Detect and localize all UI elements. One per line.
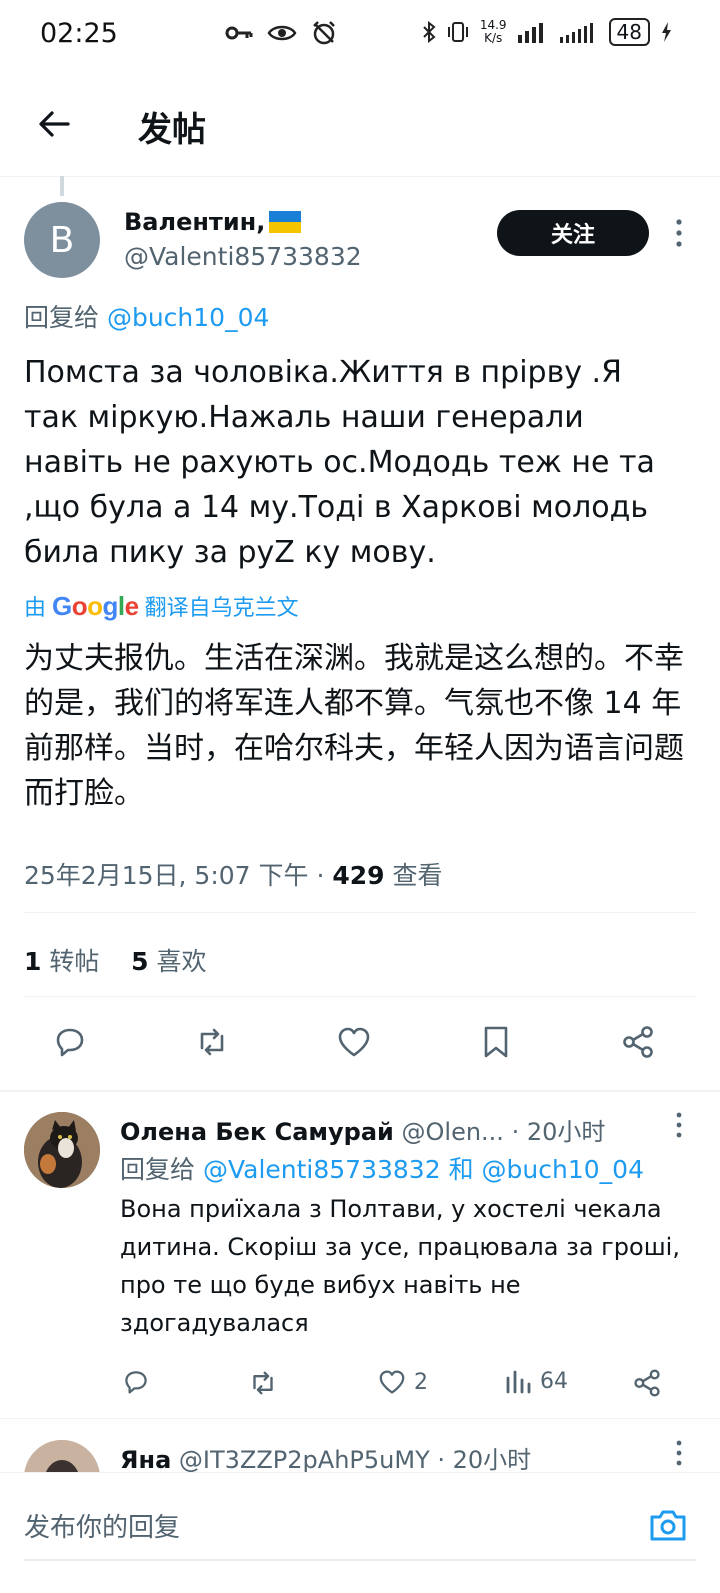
cat-photo-image (24, 1112, 100, 1188)
status-icons-right: 14.9 K/s 48 (422, 18, 672, 46)
reply-to-handle-link[interactable]: @buch10_04 (482, 1155, 644, 1184)
reply-input-placeholder[interactable]: 发布你的回复 (24, 1507, 180, 1544)
repost-icon[interactable] (192, 1022, 232, 1062)
reply-to-prefix: 回复给 (24, 303, 100, 332)
reposts-count: 1 (24, 947, 42, 976)
page-title: 发帖 (138, 110, 206, 150)
status-time: 02:25 (40, 18, 118, 49)
reply-author-handle[interactable]: @Olen... (402, 1118, 504, 1146)
more-vert-icon[interactable] (674, 1112, 684, 1138)
likes-count: 5 (131, 947, 149, 976)
post-action-bar (0, 1012, 720, 1078)
author-name[interactable]: Валентин, (124, 208, 302, 236)
reply-likes-count: 2 (414, 1369, 428, 1395)
reply-text: Вона приїхала з Полтави, у хостелі чекал… (120, 1195, 680, 1337)
author-avatar[interactable]: B (24, 202, 100, 278)
reply-icon (125, 1371, 147, 1394)
divider (24, 912, 696, 913)
bookmark-icon[interactable] (476, 1022, 516, 1062)
reply-to-line: 回复给 @buch10_04 (24, 298, 269, 334)
ukraine-flag-icon (269, 211, 302, 233)
views-icon (506, 1370, 531, 1394)
eye-icon (267, 25, 297, 41)
battery-indicator: 48 (608, 18, 650, 46)
more-vert-icon[interactable] (674, 218, 684, 248)
post-datetime[interactable]: 25年2月15日, 5:07 下午 · (24, 861, 332, 890)
alarm-off-icon (313, 21, 335, 45)
net-speed-unit: K/s (484, 31, 503, 45)
reply-views-count: 64 (540, 1368, 568, 1394)
views-count: 429 (332, 861, 385, 890)
reply-action-bar: 2 64 (0, 1360, 720, 1406)
reply-icon[interactable] (50, 1022, 90, 1062)
reply-to-and: 和 (448, 1155, 474, 1184)
divider (0, 1418, 720, 1419)
reply-share-button[interactable] (630, 1366, 664, 1400)
author-handle[interactable]: @Valenti85733832 (124, 242, 362, 271)
like-icon[interactable] (334, 1022, 374, 1062)
thread-connector-line (60, 176, 64, 196)
views-label: 查看 (384, 861, 443, 890)
post-meta: 25年2月15日, 5:07 下午 · 429 查看 (24, 856, 443, 892)
reply-time: · 20小时 (429, 1446, 532, 1474)
reply-composer[interactable]: 发布你的回复 (0, 1472, 720, 1593)
reply-author-name[interactable]: Олена Бек Самурай (120, 1118, 394, 1146)
key-icon (225, 26, 253, 40)
likes-label: 喜欢 (156, 947, 207, 976)
bluetooth-icon (423, 21, 436, 43)
translate-by: 由 (24, 596, 47, 621)
author-name-text: Валентин, (124, 208, 266, 236)
reply-time: · 20小时 (503, 1118, 606, 1146)
divider (24, 996, 696, 997)
back-arrow-icon[interactable] (36, 106, 72, 142)
translation-attribution[interactable]: 由 Google 翻译自乌克兰文 (24, 590, 299, 622)
post-text: Помста за чоловіка.Життя в прірву .Я так… (24, 355, 655, 570)
reposts-stat[interactable]: 1 转帖 (24, 947, 99, 976)
reply-like-button[interactable]: 2 (376, 1366, 428, 1398)
reply-author-handle[interactable]: @IT3ZZP2pAhP5uMY (179, 1446, 430, 1474)
status-icons-left (225, 20, 337, 46)
reply-reply-button[interactable] (120, 1366, 152, 1398)
more-vert-icon[interactable] (674, 1440, 684, 1466)
share-icon (634, 1369, 660, 1397)
reply-to-line: 回复给 @Valenti85733832 和 @buch10_04 (120, 1150, 644, 1186)
reply-to-handle-link[interactable]: @Valenti85733832 (203, 1155, 441, 1184)
likes-stat[interactable]: 5 喜欢 (131, 947, 206, 976)
google-logo: Google (52, 590, 139, 621)
signal-icon-1 (517, 23, 543, 43)
reply-views-button[interactable]: 64 (504, 1366, 568, 1396)
charging-icon (662, 22, 671, 42)
composer-underline (24, 1559, 696, 1561)
reply-to-handle-link[interactable]: @buch10_04 (107, 303, 269, 332)
follow-button[interactable]: 关注 (497, 210, 649, 256)
translate-from: 翻译自乌克兰文 (144, 596, 299, 621)
signal-icon-2 (559, 23, 593, 43)
vibrate-icon (447, 22, 468, 42)
repost-icon (253, 1371, 273, 1395)
reply-header: Олена Бек Самурай @Olen... · 20小时 (120, 1112, 605, 1147)
translated-text: 为丈夫报仇。生活在深渊。我就是这么想的。不幸的是，我们的将军连人都不算。气氛也不… (24, 641, 684, 811)
section-separator (0, 1090, 720, 1092)
reply-repost-button[interactable] (246, 1366, 280, 1400)
share-icon[interactable] (618, 1022, 658, 1062)
like-icon (379, 1370, 405, 1394)
reply-avatar-cat[interactable] (24, 1112, 100, 1188)
reply-to-prefix: 回复给 (120, 1155, 196, 1184)
top-app-bar: 发帖 (0, 72, 720, 177)
reply-header: Яна @IT3ZZP2pAhP5uMY · 20小时 (120, 1440, 531, 1475)
post-stats: 1 转帖 5 喜欢 (24, 942, 207, 978)
reposts-label: 转帖 (49, 947, 100, 976)
reply-author-name[interactable]: Яна (120, 1446, 171, 1474)
status-bar: 02:25 14.9 K/s 48 (0, 0, 720, 72)
net-speed: 14.9 K/s (480, 19, 507, 45)
camera-icon[interactable] (648, 1505, 688, 1545)
